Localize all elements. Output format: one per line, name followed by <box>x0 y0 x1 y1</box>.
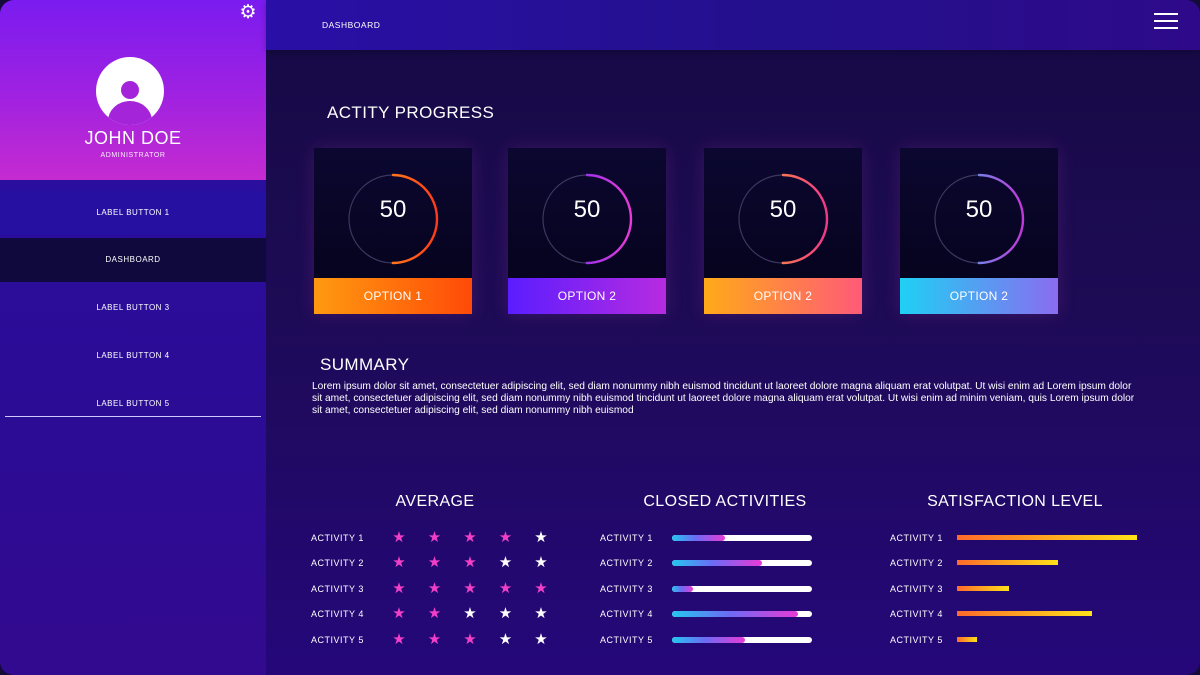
activity-label: ACTIVITY 5 <box>311 635 364 645</box>
option-2-button[interactable]: OPTION 2 <box>508 278 666 314</box>
avatar <box>96 57 164 125</box>
progress-track <box>672 560 812 566</box>
option-2-button[interactable]: OPTION 2 <box>900 278 1058 314</box>
satisfaction-level-title: SATISFACTION LEVEL <box>927 493 1103 510</box>
satisfaction-bar <box>957 611 1092 616</box>
menu-icon[interactable] <box>1154 13 1178 31</box>
closed-activities-title: CLOSED ACTIVITIES <box>643 493 807 510</box>
star-filled-icon: ★ <box>463 554 477 571</box>
star-empty-icon: ★ <box>534 631 548 648</box>
activity-label: ACTIVITY 5 <box>600 635 653 645</box>
activity-label: ACTIVITY 3 <box>600 584 653 594</box>
profile-role: ADMINISTRATOR <box>100 152 166 159</box>
star-filled-icon: ★ <box>463 631 477 648</box>
dashboard-app: ⚙ JOHN DOE ADMINISTRATOR LABEL BUTTON 1 … <box>0 0 1200 675</box>
star-filled-icon: ★ <box>392 554 406 571</box>
star-empty-icon: ★ <box>534 554 548 571</box>
progress-fill <box>672 560 762 566</box>
option-2-button[interactable]: OPTION 2 <box>704 278 862 314</box>
profile-name: JOHN DOE <box>84 128 182 148</box>
top-bar: DASHBOARD <box>266 0 1200 50</box>
star-filled-icon: ★ <box>463 580 477 597</box>
sidebar: ⚙ JOHN DOE ADMINISTRATOR LABEL BUTTON 1 … <box>0 0 266 675</box>
activity-progress-title: ACTITY PROGRESS <box>327 103 495 122</box>
star-filled-icon: ★ <box>392 529 406 546</box>
average-title: AVERAGE <box>395 493 475 510</box>
sidebar-item-label-button-3[interactable]: LABEL BUTTON 3 <box>0 286 266 330</box>
star-filled-icon: ★ <box>392 580 406 597</box>
progress-track <box>672 586 812 592</box>
star-filled-icon: ★ <box>392 605 406 622</box>
activity-label: ACTIVITY 5 <box>890 635 943 645</box>
star-filled-icon: ★ <box>427 580 442 597</box>
star-empty-icon: ★ <box>498 631 513 648</box>
activity-label: ACTIVITY 2 <box>600 558 653 568</box>
activity-card: 50 OPTION 1 <box>314 148 472 314</box>
avatar-body <box>108 101 152 125</box>
activity-card: 50 OPTION 2 <box>508 148 666 314</box>
progress-value: 50 <box>379 196 407 223</box>
star-filled-icon: ★ <box>427 529 442 546</box>
star-empty-icon: ★ <box>498 605 513 622</box>
sidebar-item-label-button-4[interactable]: LABEL BUTTON 4 <box>0 334 266 378</box>
sidebar-item-label-button-1[interactable]: LABEL BUTTON 1 <box>0 191 266 235</box>
activity-label: ACTIVITY 4 <box>890 609 943 619</box>
satisfaction-bar <box>957 586 1009 591</box>
activity-label: ACTIVITY 4 <box>311 609 364 619</box>
sidebar-item-label-button-5[interactable]: LABEL BUTTON 5 <box>0 382 266 426</box>
activity-label: ACTIVITY 4 <box>600 609 653 619</box>
option-1-button[interactable]: OPTION 1 <box>314 278 472 314</box>
activity-label: ACTIVITY 1 <box>890 533 943 543</box>
progress-fill <box>672 637 745 643</box>
page-title: DASHBOARD <box>322 20 381 30</box>
summary-title: SUMMARY <box>320 355 410 374</box>
nav-divider <box>5 416 261 417</box>
progress-value: 50 <box>769 196 797 223</box>
activity-card: 50 OPTION 2 <box>704 148 862 314</box>
star-empty-icon: ★ <box>534 605 548 622</box>
progress-value: 50 <box>573 196 601 223</box>
star-filled-icon: ★ <box>463 529 477 546</box>
star-empty-icon: ★ <box>498 554 513 571</box>
activity-label: ACTIVITY 3 <box>311 584 364 594</box>
progress-track <box>672 535 812 541</box>
satisfaction-bar <box>957 637 977 642</box>
activity-label: ACTIVITY 2 <box>890 558 943 568</box>
satisfaction-bar <box>957 535 1137 540</box>
activity-label: ACTIVITY 1 <box>311 533 364 543</box>
progress-fill <box>672 611 798 617</box>
star-empty-icon: ★ <box>534 529 548 546</box>
satisfaction-bar <box>957 560 1058 565</box>
gear-icon[interactable]: ⚙ <box>238 3 258 23</box>
summary-text: Lorem ipsum dolor sit amet, consectetuer… <box>312 381 1135 417</box>
star-filled-icon: ★ <box>498 580 513 597</box>
activity-label: ACTIVITY 1 <box>600 533 653 543</box>
progress-value: 50 <box>965 196 993 223</box>
activity-label: ACTIVITY 2 <box>311 558 364 568</box>
activity-card: 50 OPTION 2 <box>900 148 1058 314</box>
star-filled-icon: ★ <box>392 631 406 648</box>
star-filled-icon: ★ <box>534 580 548 597</box>
progress-fill <box>672 586 693 592</box>
sidebar-item-dashboard[interactable]: DASHBOARD <box>0 238 266 282</box>
activity-label: ACTIVITY 3 <box>890 584 943 594</box>
star-empty-icon: ★ <box>463 605 477 622</box>
progress-fill <box>672 535 725 541</box>
star-filled-icon: ★ <box>427 554 442 571</box>
star-filled-icon: ★ <box>427 605 442 622</box>
profile-card: ⚙ JOHN DOE ADMINISTRATOR <box>0 0 266 180</box>
avatar-head <box>121 81 139 99</box>
progress-track <box>672 611 812 617</box>
star-filled-icon: ★ <box>427 631 442 648</box>
star-filled-icon: ★ <box>498 529 513 546</box>
progress-track <box>672 637 812 643</box>
